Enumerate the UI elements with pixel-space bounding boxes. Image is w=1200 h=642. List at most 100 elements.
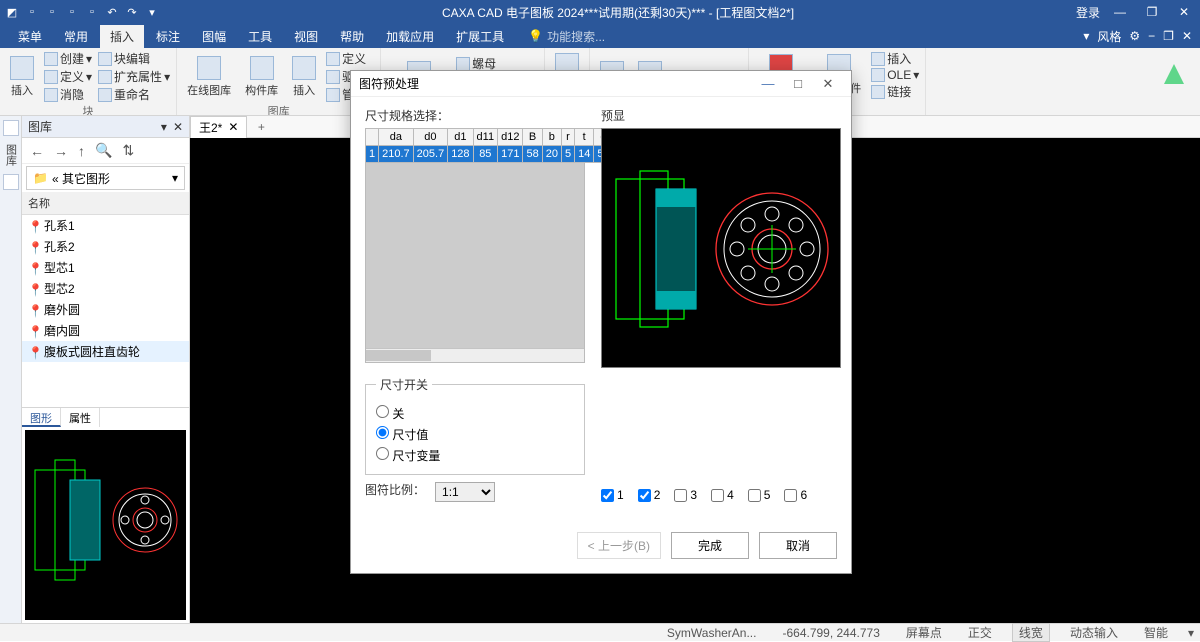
new-tab-button[interactable]: + bbox=[251, 120, 271, 134]
quick-access-toolbar: ◩ ▫ ▫ ▫ ▫ ↶ ↷ ▾ bbox=[4, 4, 160, 20]
check-2[interactable]: 2 bbox=[638, 488, 661, 502]
ribbon-close-icon[interactable]: ✕ bbox=[1182, 29, 1192, 43]
qat-undo-icon[interactable]: ↶ bbox=[104, 4, 120, 20]
status-dyninput[interactable]: 动态输入 bbox=[1064, 624, 1124, 641]
nav-up-icon[interactable]: ↑ bbox=[78, 143, 85, 159]
tab-annotate[interactable]: 标注 bbox=[146, 25, 190, 48]
table-empty-area bbox=[365, 163, 585, 363]
tab-help[interactable]: 帮助 bbox=[330, 25, 374, 48]
lib-insert-button[interactable]: 插入 bbox=[288, 54, 320, 100]
check-3[interactable]: 3 bbox=[674, 488, 697, 502]
status-lineweight[interactable]: 线宽 bbox=[1012, 623, 1050, 642]
login-link[interactable]: 登录 bbox=[1076, 4, 1100, 21]
tab-tools[interactable]: 工具 bbox=[238, 25, 282, 48]
ratio-select[interactable]: 1:1 bbox=[435, 482, 495, 502]
cancel-button[interactable]: 取消 bbox=[759, 532, 837, 559]
tab-menu[interactable]: 菜单 bbox=[8, 25, 52, 48]
size-table[interactable]: dad0d1d11d12Bbrtd 1210.7205.712885171582… bbox=[365, 128, 614, 163]
check-5[interactable]: 5 bbox=[748, 488, 771, 502]
qat-more-icon[interactable]: ▾ bbox=[144, 4, 160, 20]
tab-close-icon[interactable]: ✕ bbox=[228, 120, 238, 134]
online-lib-button[interactable]: 在线图库 bbox=[183, 54, 235, 100]
dialog-close-button[interactable]: ✕ bbox=[813, 76, 843, 92]
dock-icon[interactable] bbox=[3, 120, 19, 136]
style-label[interactable]: 风格 bbox=[1097, 28, 1121, 45]
status-ortho[interactable]: 正交 bbox=[962, 624, 998, 641]
table-row[interactable]: 1210.7205.712885171582051450 bbox=[366, 146, 614, 163]
status-smart[interactable]: 智能 bbox=[1138, 624, 1174, 641]
nav-back-icon[interactable]: ← bbox=[30, 143, 44, 159]
prev-button[interactable]: < 上一步(B) bbox=[577, 532, 661, 559]
minimize-button[interactable]: — bbox=[1108, 5, 1132, 19]
ribbon-tabs: 菜单 常用 插入 标注 图幅 工具 视图 帮助 加载应用 扩展工具 💡 功能搜索… bbox=[0, 24, 1200, 48]
check-4[interactable]: 4 bbox=[711, 488, 734, 502]
title-bar: ◩ ▫ ▫ ▫ ▫ ↶ ↷ ▾ CAXA CAD 电子图板 2024***试用期… bbox=[0, 0, 1200, 24]
obj-link-button[interactable]: 链接 bbox=[871, 83, 919, 100]
tab-addins[interactable]: 加载应用 bbox=[376, 25, 444, 48]
breadcrumb[interactable]: 📁 « 其它图形 ▾ bbox=[26, 166, 185, 190]
list-item[interactable]: 📍型芯2 bbox=[22, 278, 189, 299]
panel-menu-icon[interactable]: ▾ bbox=[161, 120, 167, 134]
ribbon-group-block: 插入 创建▾ 定义▾ 消隐 块编辑 扩充属性▾ 重命名 块 bbox=[0, 48, 177, 115]
ribbon-collapse-icon[interactable]: ❐ bbox=[1163, 29, 1174, 43]
blockedit-button[interactable]: 块编辑 bbox=[98, 50, 170, 67]
dock-label[interactable]: 图库 bbox=[3, 140, 19, 170]
panel-title: 图库 bbox=[28, 118, 52, 135]
panel-close-icon[interactable]: ✕ bbox=[173, 120, 183, 134]
close-button[interactable]: ✕ bbox=[1172, 5, 1196, 19]
qat-print-icon[interactable]: ▫ bbox=[84, 4, 100, 20]
list-item[interactable]: 📍磨外圆 bbox=[22, 299, 189, 320]
insert-block-button[interactable]: 插入 bbox=[6, 54, 38, 100]
obj-insert-button[interactable]: 插入 bbox=[871, 50, 919, 67]
radio-off[interactable]: 关 bbox=[376, 403, 574, 424]
crumb-dropdown-icon[interactable]: ▾ bbox=[172, 171, 178, 185]
tab-insert[interactable]: 插入 bbox=[100, 25, 144, 48]
document-tab[interactable]: 王2*✕ bbox=[190, 116, 247, 138]
nav-search-icon[interactable]: 🔍 bbox=[95, 142, 112, 159]
component-lib-button[interactable]: 构件库 bbox=[241, 54, 282, 100]
list-item[interactable]: 📍腹板式圆柱直齿轮 bbox=[22, 341, 189, 362]
list-item[interactable]: 📍磨内圆 bbox=[22, 320, 189, 341]
finish-button[interactable]: 完成 bbox=[671, 532, 749, 559]
dialog-minimize-button[interactable]: — bbox=[753, 76, 783, 91]
settings-icon[interactable]: ⚙ bbox=[1129, 29, 1140, 43]
radio-var[interactable]: 尺寸变量 bbox=[376, 445, 574, 466]
tab-sheet[interactable]: 图幅 bbox=[192, 25, 236, 48]
rename-button[interactable]: 重命名 bbox=[98, 86, 170, 103]
list-item[interactable]: 📍孔系2 bbox=[22, 236, 189, 257]
obj-ole-button[interactable]: OLE▾ bbox=[871, 68, 919, 82]
create-button[interactable]: 创建▾ bbox=[44, 50, 92, 67]
qat-redo-icon[interactable]: ↷ bbox=[124, 4, 140, 20]
list-header: 名称 bbox=[22, 192, 189, 215]
qat-new-icon[interactable]: ▫ bbox=[24, 4, 40, 20]
hide-button[interactable]: 消隐 bbox=[44, 86, 92, 103]
nav-settings-icon[interactable]: ⇅ bbox=[122, 142, 134, 159]
dialog-maximize-button[interactable]: □ bbox=[783, 76, 813, 91]
status-screen[interactable]: 屏幕点 bbox=[900, 624, 948, 641]
extattr-button[interactable]: 扩充属性▾ bbox=[98, 68, 170, 85]
search-placeholder: 功能搜索... bbox=[547, 28, 605, 45]
define-button[interactable]: 定义▾ bbox=[44, 68, 92, 85]
tab-attr[interactable]: 属性 bbox=[61, 408, 100, 427]
tab-common[interactable]: 常用 bbox=[54, 25, 98, 48]
help-icon[interactable]: − bbox=[1148, 29, 1155, 43]
preview-label: 预显 bbox=[601, 107, 841, 124]
nav-fwd-icon[interactable]: → bbox=[54, 143, 68, 159]
list-item[interactable]: 📍型芯1 bbox=[22, 257, 189, 278]
restore-button[interactable]: ❐ bbox=[1140, 5, 1164, 19]
radio-value[interactable]: 尺寸值 bbox=[376, 424, 574, 445]
lib-define-button[interactable]: 定义 bbox=[326, 50, 374, 67]
status-coord: -664.799, 244.773 bbox=[776, 626, 885, 640]
tab-extend[interactable]: 扩展工具 bbox=[446, 25, 514, 48]
feature-search[interactable]: 💡 功能搜索... bbox=[528, 28, 605, 45]
list-item[interactable]: 📍孔系1 bbox=[22, 215, 189, 236]
qat-open-icon[interactable]: ▫ bbox=[44, 4, 60, 20]
tab-view[interactable]: 视图 bbox=[284, 25, 328, 48]
dock-icon2[interactable] bbox=[3, 174, 19, 190]
check-6[interactable]: 6 bbox=[784, 488, 807, 502]
table-h-scrollbar[interactable] bbox=[366, 348, 584, 362]
status-dropdown-icon[interactable]: ▾ bbox=[1188, 626, 1194, 640]
qat-save-icon[interactable]: ▫ bbox=[64, 4, 80, 20]
tab-graphic[interactable]: 图形 bbox=[22, 408, 61, 427]
check-1[interactable]: 1 bbox=[601, 488, 624, 502]
